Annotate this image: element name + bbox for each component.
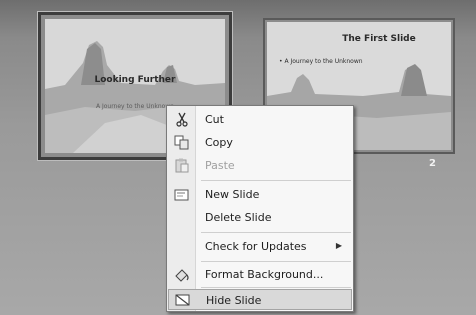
menu-separator	[201, 232, 351, 233]
copy-icon	[174, 135, 190, 150]
menu-item-paste-label: Paste	[205, 159, 235, 172]
menu-item-copy-label: Copy	[205, 136, 233, 149]
menu-separator	[201, 287, 351, 288]
menu-item-delete-slide[interactable]: Delete Slide	[168, 207, 352, 228]
paste-icon	[174, 158, 190, 173]
menu-item-hide-slide-label: Hide Slide	[206, 294, 262, 307]
slide-2-bullet-text: A Journey to the Unknown	[284, 58, 363, 65]
new-slide-icon	[174, 187, 190, 202]
slide-sorter-pane: Looking Further A Journey to the Unknown…	[0, 0, 476, 315]
menu-item-format-background-label: Format Background...	[205, 268, 324, 281]
menu-item-cut[interactable]: Cut	[168, 109, 352, 130]
menu-item-paste[interactable]: Paste	[168, 155, 352, 176]
submenu-arrow-icon: ▶	[335, 241, 342, 250]
menu-item-hide-slide[interactable]: Hide Slide	[168, 289, 352, 310]
context-menu: Cut Copy Paste New Slide Delete Slide Ch…	[166, 105, 354, 312]
slide-number-2: 2	[429, 158, 436, 169]
menu-item-new-slide-label: New Slide	[205, 188, 260, 201]
menu-item-check-for-updates-label: Check for Updates	[205, 240, 307, 253]
slide-1-title: Looking Further	[94, 75, 176, 85]
menu-item-cut-label: Cut	[205, 113, 224, 126]
menu-item-format-background[interactable]: Format Background...	[168, 264, 352, 285]
menu-item-copy[interactable]: Copy	[168, 132, 352, 153]
menu-item-new-slide[interactable]: New Slide	[168, 184, 352, 205]
menu-item-check-for-updates[interactable]: Check for Updates ▶	[168, 236, 352, 257]
format-background-icon	[174, 267, 190, 282]
scissors-icon	[174, 112, 190, 127]
hide-slide-icon	[175, 293, 191, 308]
menu-separator	[201, 180, 351, 181]
slide-2-title: The First Slide	[342, 34, 416, 44]
menu-item-delete-slide-label: Delete Slide	[205, 211, 272, 224]
slide-2-bullet: • A Journey to the Unknown	[279, 58, 363, 65]
menu-separator	[201, 261, 351, 262]
